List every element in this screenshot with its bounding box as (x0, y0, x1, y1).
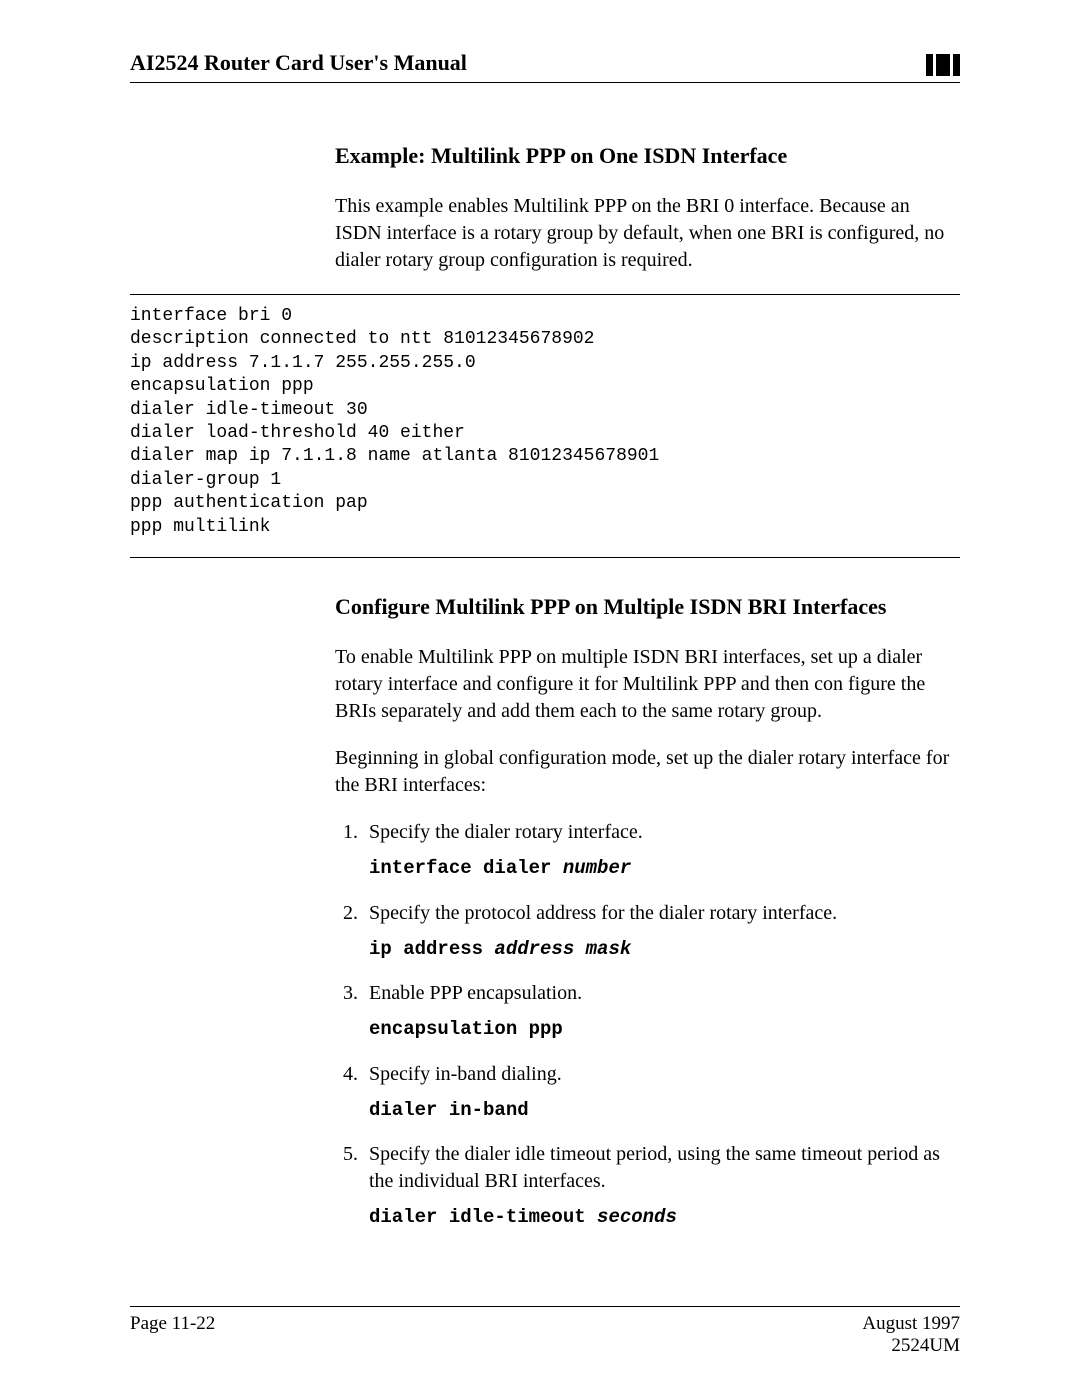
command: dialer in-band (369, 1098, 960, 1124)
header-title: AI2524 Router Card User's Manual (130, 50, 467, 76)
command: ip address address mask (369, 937, 960, 963)
page-header: AI2524 Router Card User's Manual (130, 50, 960, 83)
page-footer: Page 11-22 August 1997 2524UM (130, 1306, 960, 1357)
section-configure: Configure Multilink PPP on Multiple ISDN… (335, 594, 960, 1231)
step-text: Specify the protocol address for the dia… (369, 902, 837, 924)
command: encapsulation ppp (369, 1017, 960, 1043)
divider (130, 557, 960, 558)
section-paragraph: Beginning in global configuration mode, … (335, 745, 960, 799)
step-text: Specify the dialer rotary interface. (369, 821, 643, 843)
command-keyword: ip address (369, 938, 494, 960)
list-item: Specify in-band dialing. dialer in-band (363, 1061, 960, 1124)
section-heading: Configure Multilink PPP on Multiple ISDN… (335, 594, 960, 620)
command: dialer idle-timeout seconds (369, 1205, 960, 1231)
list-item: Specify the dialer rotary interface. int… (363, 819, 960, 882)
footer-date: August 1997 (862, 1313, 960, 1335)
code-block: interface bri 0 description connected to… (130, 305, 960, 539)
command-arg: address mask (494, 938, 631, 960)
footer-page: Page 11-22 (130, 1313, 215, 1357)
section-example: Example: Multilink PPP on One ISDN Inter… (335, 143, 960, 274)
command-arg: number (563, 857, 631, 879)
page: AI2524 Router Card User's Manual Example… (0, 0, 1080, 1397)
step-text: Enable PPP encapsulation. (369, 982, 582, 1004)
list-item: Enable PPP encapsulation. encapsulation … (363, 980, 960, 1043)
steps-list: Specify the dialer rotary interface. int… (335, 819, 960, 1231)
divider (130, 294, 960, 295)
section-paragraph: This example enables Multilink PPP on th… (335, 193, 960, 274)
step-text: Specify the dialer idle timeout period, … (369, 1143, 940, 1192)
command-keyword: dialer in-band (369, 1099, 529, 1121)
command-keyword: dialer idle-timeout (369, 1206, 597, 1228)
list-item: Specify the dialer idle timeout period, … (363, 1141, 960, 1231)
section-paragraph: To enable Multilink PPP on multiple ISDN… (335, 644, 960, 725)
list-item: Specify the protocol address for the dia… (363, 900, 960, 963)
step-text: Specify in-band dialing. (369, 1063, 562, 1085)
command-keyword: interface dialer (369, 857, 563, 879)
footer-doc: 2524UM (862, 1335, 960, 1357)
footer-right: August 1997 2524UM (862, 1313, 960, 1357)
command-keyword: encapsulation ppp (369, 1018, 563, 1040)
brand-logo-icon (926, 54, 960, 76)
section-heading: Example: Multilink PPP on One ISDN Inter… (335, 143, 960, 169)
command-arg: seconds (597, 1206, 677, 1228)
command: interface dialer number (369, 856, 960, 882)
